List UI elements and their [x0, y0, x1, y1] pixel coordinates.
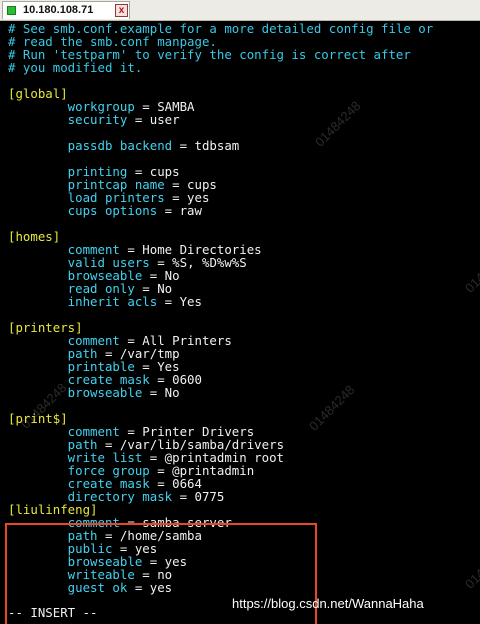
token-white: = raw — [157, 203, 202, 218]
token-boolean: No — [164, 385, 180, 400]
token-white: = — [157, 294, 180, 309]
buffer-line — [8, 217, 433, 230]
connected-status-icon — [7, 6, 16, 15]
token-key: inherit acls — [8, 294, 158, 309]
token-white: %w — [216, 255, 232, 270]
watermark: 01484248 — [462, 244, 480, 296]
token-comment: # you modified it. — [8, 60, 143, 75]
buffer-line: inherit acls = Yes — [8, 295, 433, 308]
token-boolean: Yes — [179, 294, 202, 309]
session-tab[interactable]: 10.180.108.71 x — [2, 1, 130, 19]
token-white: , — [187, 255, 202, 270]
editor-buffer: # See smb.conf.example for a more detail… — [8, 22, 433, 607]
token-white: = 0775 — [172, 489, 225, 504]
vim-mode-indicator: -- INSERT -- — [8, 605, 98, 620]
watermark: 01484248 — [462, 540, 480, 592]
buffer-line: passdb backend = tdbsam — [8, 139, 433, 152]
session-tab-bar: 10.180.108.71 x — [0, 0, 480, 21]
buffer-line — [8, 399, 433, 412]
token-white: = user — [127, 112, 180, 127]
token-key: browseable — [8, 385, 143, 400]
token-key: passdb backend — [8, 138, 173, 153]
close-icon[interactable]: x — [115, 4, 128, 17]
token-variable: %D — [201, 255, 217, 270]
token-key: security — [8, 112, 128, 127]
buffer-line: security = user — [8, 113, 433, 126]
session-tab-title: 10.180.108.71 — [23, 4, 94, 16]
buffer-line: # you modified it. — [8, 61, 433, 74]
buffer-line: browseable = No — [8, 386, 433, 399]
source-credit: https://blog.csdn.net/WannaHaha — [232, 596, 424, 611]
token-variable: %S — [231, 255, 247, 270]
token-key: cups options — [8, 203, 158, 218]
terminal-viewport[interactable]: # See smb.conf.example for a more detail… — [0, 21, 480, 624]
buffer-line — [8, 74, 433, 87]
token-white: = — [142, 385, 165, 400]
token-white: = tdbsam — [172, 138, 240, 153]
buffer-line: cups options = raw — [8, 204, 433, 217]
